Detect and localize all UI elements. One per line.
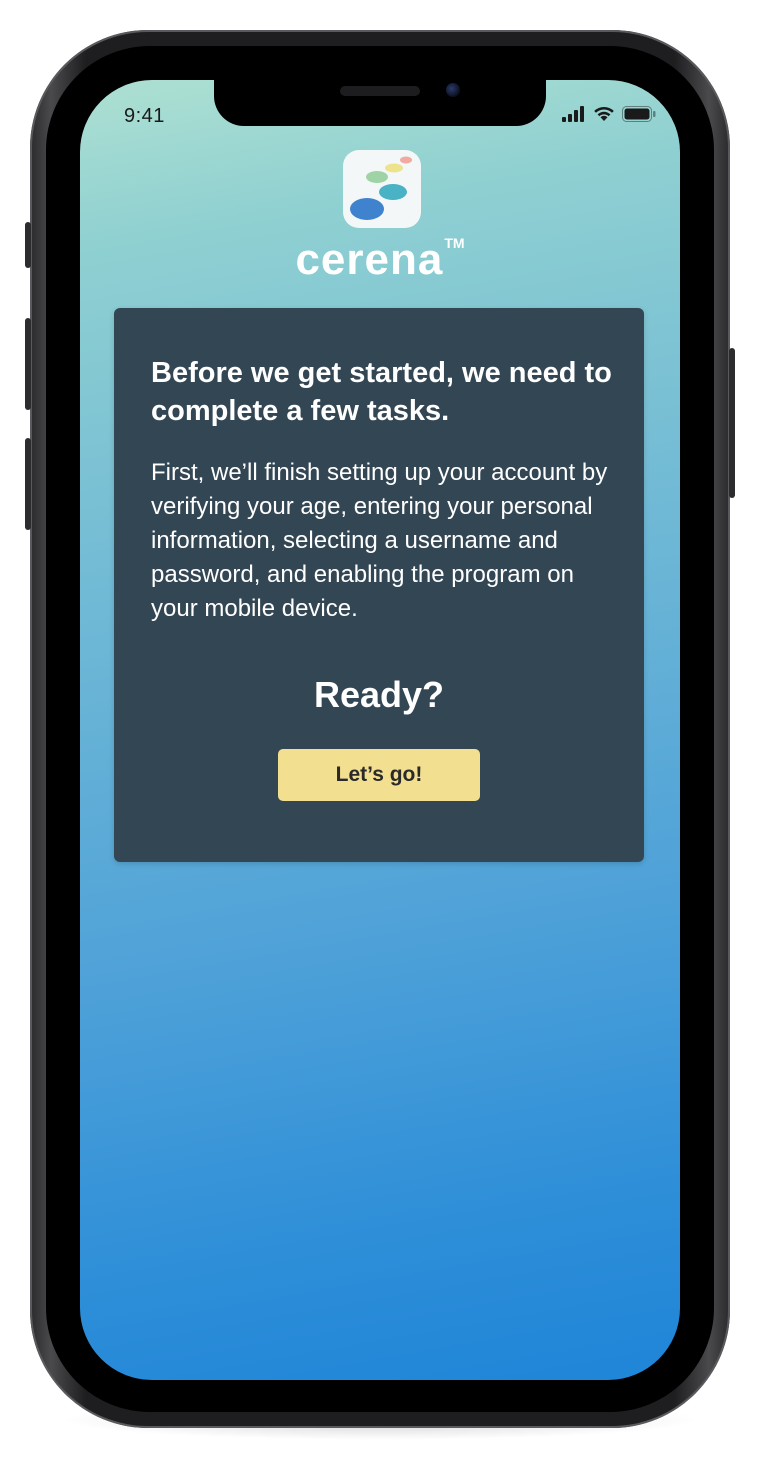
notch	[214, 80, 546, 126]
trademark-symbol: TM	[444, 235, 465, 251]
cerena-app-logo-icon	[343, 150, 421, 228]
wifi-icon	[593, 106, 615, 127]
card-body-text: First, we’ll finish setting up your acco…	[151, 459, 608, 622]
onboarding-card: Before we get started, we need to comple…	[114, 308, 644, 862]
lets-go-button[interactable]: Let’s go!	[278, 749, 480, 801]
volume-up-button	[25, 318, 31, 410]
mute-switch	[25, 222, 31, 268]
earpiece-speaker	[340, 86, 420, 96]
signal-icon	[562, 106, 586, 127]
battery-icon	[622, 106, 656, 127]
app-screen: 9:41 cerenaTM Before we get started, we …	[80, 80, 680, 1380]
status-time: 9:41	[124, 105, 165, 127]
ready-prompt: Ready?	[313, 674, 445, 715]
front-camera	[446, 83, 460, 97]
power-button	[729, 348, 735, 498]
brand-wordmark: cerenaTM	[80, 235, 680, 285]
card-heading: Before we get started, we need to comple…	[151, 357, 612, 427]
brand-name: cerena	[295, 235, 444, 284]
volume-down-button	[25, 438, 31, 530]
phone-frame: 9:41 cerenaTM Before we get started, we …	[25, 30, 735, 1428]
status-icons	[562, 106, 656, 127]
